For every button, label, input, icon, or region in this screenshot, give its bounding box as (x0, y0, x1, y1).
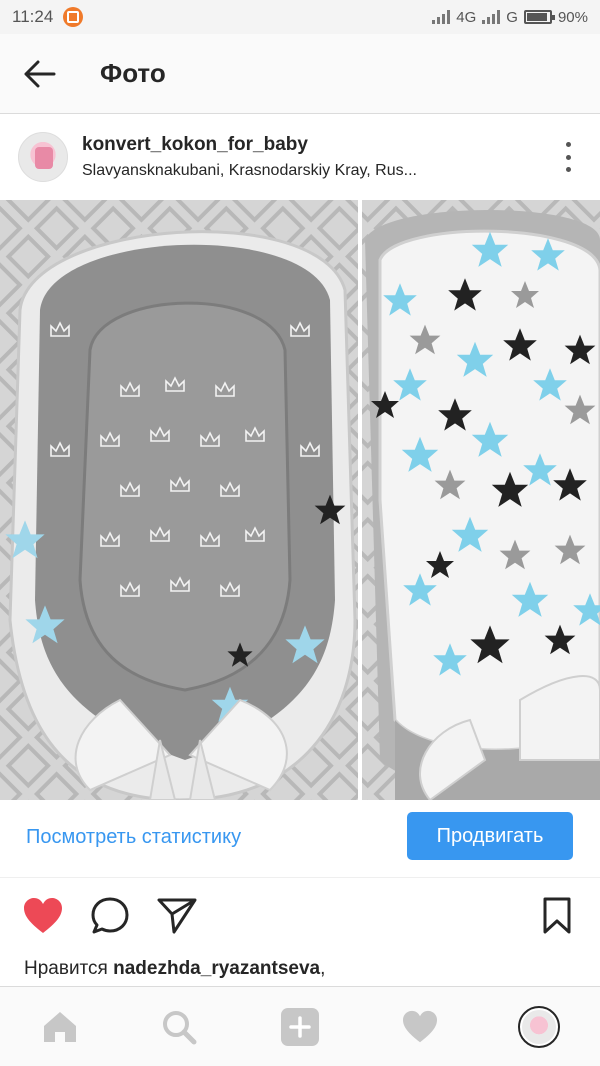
comment-button[interactable] (88, 894, 132, 938)
nav-profile[interactable] (517, 1005, 561, 1049)
bookmark-icon (543, 897, 571, 934)
view-insights-link[interactable]: Посмотреть статистику (26, 826, 241, 849)
post-header: konvert_kokon_for_baby Slavyansknakubani… (0, 114, 600, 200)
home-icon (44, 1012, 76, 1042)
battery-percent: 90% (557, 8, 588, 26)
nav-search[interactable] (157, 1005, 201, 1049)
save-button[interactable] (535, 894, 579, 938)
post-username[interactable]: konvert_kokon_for_baby (82, 134, 417, 156)
status-indicators: 4G G 90% (432, 9, 588, 26)
post-meta: konvert_kokon_for_baby Slavyansknakubani… (82, 134, 417, 180)
comment-icon (91, 897, 129, 934)
more-options-button[interactable] (560, 142, 576, 172)
notification-icon (63, 7, 84, 27)
status-time: 11:24 (12, 7, 54, 26)
more-vertical-icon (565, 142, 571, 147)
profile-avatar (518, 1006, 560, 1048)
promote-button[interactable]: Продвигать (407, 812, 573, 860)
avatar[interactable] (18, 132, 68, 182)
signal-icon-2 (482, 10, 501, 24)
like-button[interactable] (21, 894, 65, 938)
page-title: Фото (100, 58, 166, 88)
add-icon (281, 1008, 319, 1046)
share-button[interactable] (155, 894, 199, 938)
promote-row: Посмотреть статистику Продвигать (0, 800, 600, 878)
nav-add[interactable] (278, 1005, 322, 1049)
photo-image (0, 200, 600, 800)
status-bar: 11:24 4G G 90% (0, 0, 600, 34)
likes-prefix: Нравится (24, 958, 114, 979)
post-photo[interactable] (0, 200, 600, 800)
back-button[interactable] (0, 34, 80, 114)
search-icon (163, 1011, 197, 1045)
heart-filled-icon (24, 898, 62, 933)
likes-user[interactable]: nadezhda_ryazantseva (113, 958, 320, 979)
arrow-left-icon (24, 60, 56, 87)
network-type-2: G (506, 8, 518, 26)
heart-icon (403, 1010, 437, 1043)
network-type: 4G (456, 8, 477, 26)
nav-activity[interactable] (398, 1005, 442, 1049)
post-location[interactable]: Slavyansknakubani, Krasnodarskiy Kray, R… (82, 162, 417, 180)
send-icon (157, 898, 197, 934)
nav-home[interactable] (38, 1005, 82, 1049)
top-bar: Фото (0, 34, 600, 114)
battery-icon (523, 10, 555, 24)
signal-icon (432, 10, 451, 24)
post-actions (0, 878, 600, 956)
likes-suffix: , (320, 958, 326, 979)
bottom-nav (0, 986, 600, 1066)
likes-line: Нравится nadezhda_ryazantseva, (24, 958, 325, 980)
